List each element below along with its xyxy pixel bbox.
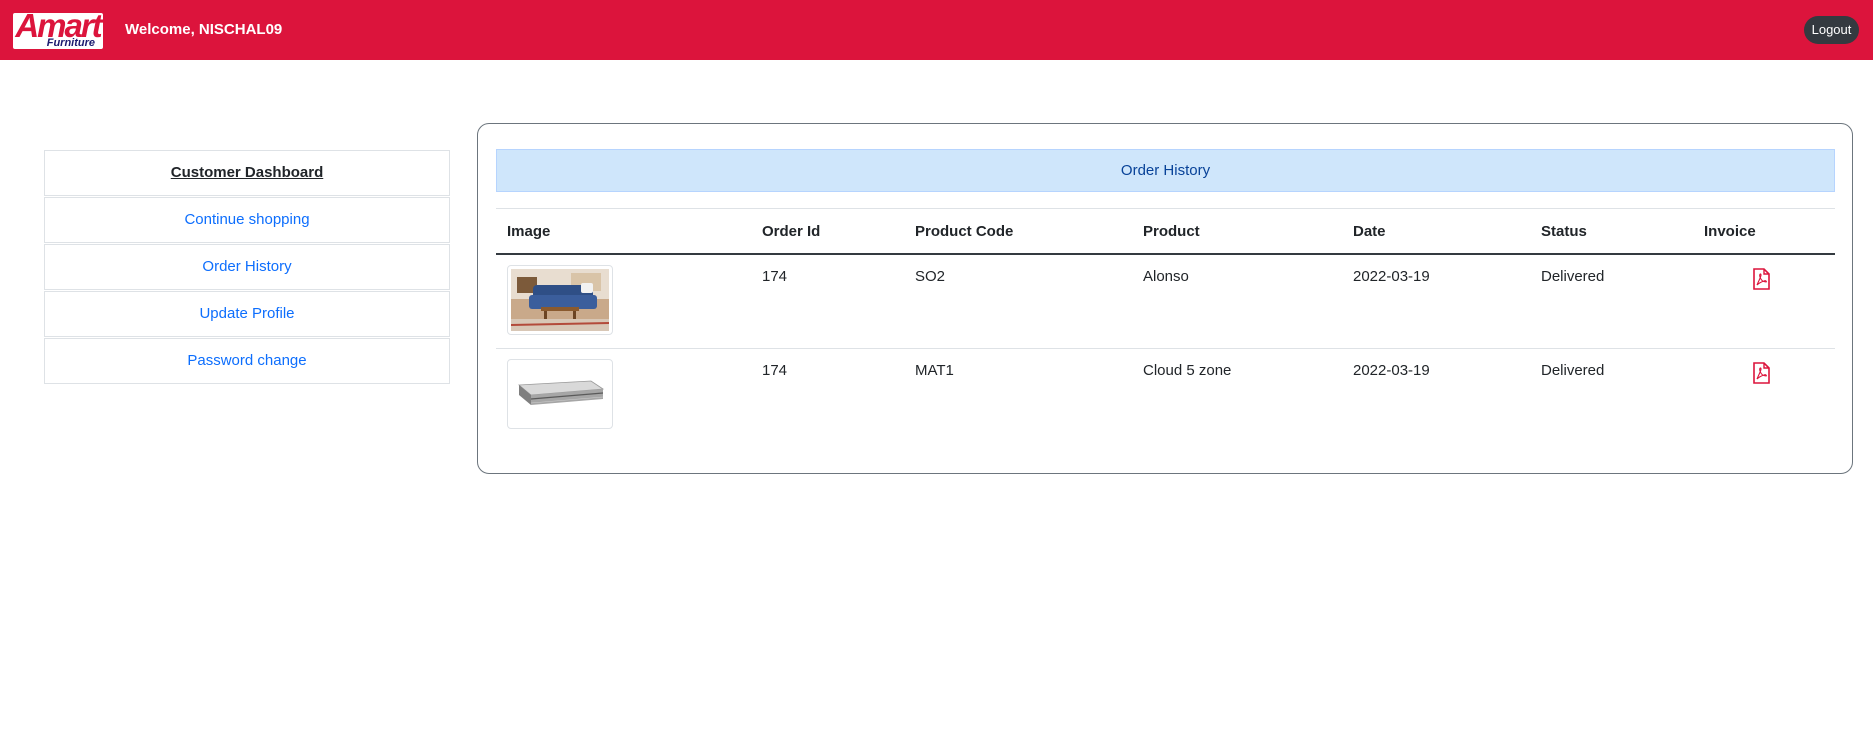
cell-date: 2022-03-19	[1342, 254, 1530, 349]
cell-invoice	[1693, 254, 1835, 349]
cell-image	[496, 254, 751, 349]
logout-button[interactable]: Logout	[1804, 16, 1859, 44]
column-header-date: Date	[1342, 208, 1530, 255]
cell-invoice	[1693, 348, 1835, 442]
order-history-panel: Order History Image Order Id Product Cod…	[477, 123, 1853, 474]
mattress-image	[511, 362, 609, 425]
sidebar-item-continue-shopping[interactable]: Continue shopping	[44, 197, 450, 243]
order-history-table: Image Order Id Product Code Product Date…	[496, 208, 1835, 442]
pdf-icon[interactable]	[1752, 361, 1770, 388]
top-navbar: Amart Furniture Welcome, NISCHAL09 Logou…	[0, 0, 1873, 60]
column-header-invoice: Invoice	[1693, 208, 1835, 255]
cell-status: Delivered	[1530, 254, 1693, 349]
table-row: 174 SO2 Alonso 2022-03-19 Delivered	[496, 254, 1835, 349]
column-header-product-code: Product Code	[904, 208, 1132, 255]
cell-date: 2022-03-19	[1353, 361, 1430, 379]
column-header-status: Status	[1530, 208, 1693, 255]
cell-product-code: SO2	[904, 254, 1132, 349]
panel-title: Order History	[496, 149, 1835, 192]
welcome-text: Welcome, NISCHAL09	[125, 21, 283, 38]
cell-product: Cloud 5 zone	[1143, 361, 1232, 379]
cell-product: Alonso	[1132, 254, 1342, 349]
logo-subtext: Furniture	[46, 37, 95, 49]
pdf-icon[interactable]	[1752, 268, 1770, 294]
sidebar-item-update-profile[interactable]: Update Profile	[44, 291, 450, 337]
cell-image	[496, 348, 751, 442]
dashboard-sidebar: Customer Dashboard Continue shopping Ord…	[44, 150, 450, 385]
sofa-image	[511, 269, 609, 331]
cell-product-code: MAT1	[915, 361, 954, 379]
sidebar-item-order-history[interactable]: Order History	[44, 244, 450, 290]
column-header-product: Product	[1132, 208, 1342, 255]
column-header-image: Image	[496, 208, 751, 255]
column-header-order-id: Order Id	[751, 208, 904, 255]
cell-order-id: 174	[751, 254, 904, 349]
product-thumbnail-sofa[interactable]	[507, 265, 613, 335]
sidebar-heading-customer-dashboard: Customer Dashboard	[44, 150, 450, 196]
cell-status: Delivered	[1541, 361, 1605, 379]
amart-logo[interactable]: Amart Furniture	[13, 9, 103, 49]
product-thumbnail-mattress[interactable]	[507, 358, 613, 429]
sidebar-item-password-change[interactable]: Password change	[44, 338, 450, 384]
table-row: 174 MAT1 Cloud 5 zone 2022-03-19 Deliver…	[496, 348, 1835, 442]
cell-order-id: 174	[762, 361, 788, 379]
table-header-row: Image Order Id Product Code Product Date…	[496, 208, 1835, 255]
